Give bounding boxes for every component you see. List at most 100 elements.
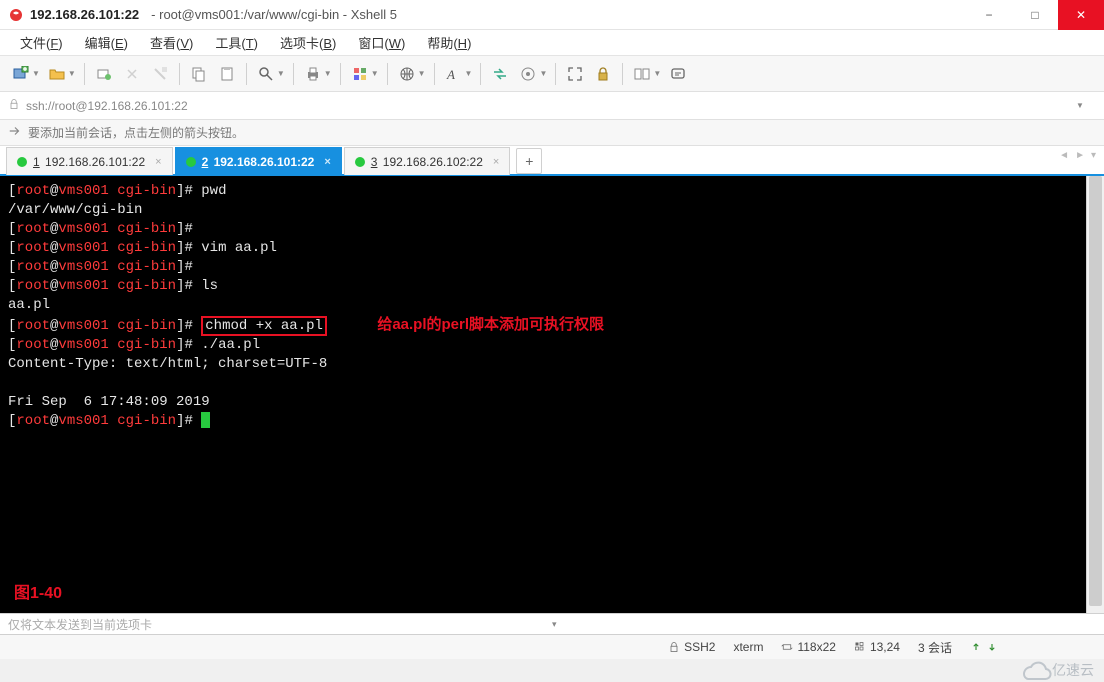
open-session-icon[interactable] [44, 61, 70, 87]
font-icon[interactable]: A [441, 61, 467, 87]
figure-label: 图1-40 [14, 584, 62, 603]
hint-bar: 要添加当前会话，点击左侧的箭头按钮。 [0, 120, 1104, 146]
reconnect-icon[interactable] [91, 61, 117, 87]
status-dot-icon [17, 157, 27, 167]
status-protocol: SSH2 [668, 640, 715, 654]
find-icon[interactable] [253, 61, 279, 87]
title-ip: 192.168.26.101:22 [30, 7, 139, 22]
lock-status-icon [668, 641, 680, 653]
encoding-icon[interactable] [394, 61, 420, 87]
compose-input[interactable]: 仅将文本发送到当前选项卡 ▾ [0, 613, 1104, 635]
menubar: 文件(F) 编辑(E) 查看(V) 工具(T) 选项卡(B) 窗口(W) 帮助(H) [0, 30, 1104, 56]
dropdown-icon-2[interactable]: ▼ [68, 69, 76, 78]
compose-icon[interactable] [665, 61, 691, 87]
status-size-text: 118x22 [797, 640, 835, 654]
dropdown-icon-3[interactable]: ▼ [277, 69, 285, 78]
fullscreen-icon[interactable] [562, 61, 588, 87]
new-tab-button[interactable]: + [516, 148, 542, 174]
status-dot-icon [186, 157, 196, 167]
dropdown-icon-5[interactable]: ▼ [371, 69, 379, 78]
title-sub-text: root@vms001:/var/www/cgi-bin - Xshell 5 [159, 7, 397, 22]
tab-close-icon[interactable]: × [493, 156, 499, 168]
menu-e[interactable]: 编辑(E) [77, 31, 136, 54]
compose-dropdown-icon[interactable]: ▾ [552, 619, 1096, 630]
menu-h[interactable]: 帮助(H) [419, 31, 479, 54]
cursor-pos-icon [854, 641, 866, 653]
menu-t[interactable]: 工具(T) [207, 31, 266, 54]
status-term: xterm [733, 640, 763, 654]
separator [622, 63, 623, 85]
titlebar: 192.168.26.101:22 - root@vms001:/var/www… [0, 0, 1104, 30]
watermark: 亿速云 [1018, 656, 1098, 682]
menu-f[interactable]: 文件(F) [12, 31, 71, 54]
address-dropdown-icon[interactable]: ▼ [1076, 101, 1096, 110]
menu-w[interactable]: 窗口(W) [350, 31, 413, 54]
status-pos: 13,24 [854, 640, 900, 654]
toolbar: ▼ ▼ ▼ ▼ ▼ ▼ A ▼ ▼ ▼ [0, 56, 1104, 92]
terminal-area: [root@vms001 cgi-bin]# pwd /var/www/cgi-… [0, 176, 1104, 613]
tab-label: 2 192.168.26.101:22 [202, 155, 315, 169]
properties-icon[interactable] [147, 61, 173, 87]
separator [293, 63, 294, 85]
status-proto-text: SSH2 [684, 640, 715, 654]
tab-next-icon[interactable]: ► [1075, 150, 1085, 161]
down-icon [986, 641, 998, 653]
new-session-icon[interactable] [8, 61, 34, 87]
hosts-icon[interactable] [629, 61, 655, 87]
script-icon[interactable] [515, 61, 541, 87]
dropdown-icon[interactable]: ▼ [32, 69, 40, 78]
minimize-button[interactable]: − [966, 0, 1012, 30]
status-updown [970, 641, 998, 653]
transfer-icon[interactable] [487, 61, 513, 87]
session-tab-2[interactable]: 2 192.168.26.101:22 × [175, 147, 342, 175]
status-dot-icon [355, 157, 365, 167]
tab-nav: ◄ ► ▾ [1059, 150, 1096, 161]
scrollbar-thumb[interactable] [1089, 176, 1102, 606]
separator [480, 63, 481, 85]
tab-list-icon[interactable]: ▾ [1091, 150, 1096, 161]
title-path: - root@vms001:/var/www/cgi-bin - Xshell … [151, 7, 397, 22]
paste-icon[interactable] [214, 61, 240, 87]
separator [84, 63, 85, 85]
dropdown-icon-7[interactable]: ▼ [465, 69, 473, 78]
separator [555, 63, 556, 85]
dropdown-icon-6[interactable]: ▼ [418, 69, 426, 78]
disconnect-icon[interactable] [119, 61, 145, 87]
tab-label: 3 192.168.26.102:22 [371, 155, 483, 169]
lock-icon[interactable] [590, 61, 616, 87]
size-icon [781, 641, 793, 653]
address-url[interactable]: ssh://root@192.168.26.101:22 [26, 99, 1070, 113]
tab-close-icon[interactable]: × [155, 156, 161, 168]
tab-bar: 1 192.168.26.101:22 × 2 192.168.26.101:22 ×… [0, 146, 1104, 176]
tab-prev-icon[interactable]: ◄ [1059, 150, 1069, 161]
separator [179, 63, 180, 85]
tab-close-icon[interactable]: × [324, 156, 330, 168]
session-tab-3[interactable]: 3 192.168.26.102:22 × [344, 147, 511, 175]
watermark-text: 亿速云 [1052, 663, 1094, 679]
dropdown-icon-9[interactable]: ▼ [653, 69, 661, 78]
hint-text: 要添加当前会话，点击左侧的箭头按钮。 [28, 124, 244, 141]
color-scheme-icon[interactable] [347, 61, 373, 87]
menu-b[interactable]: 选项卡(B) [272, 31, 344, 54]
terminal[interactable]: [root@vms001 cgi-bin]# pwd /var/www/cgi-… [0, 176, 1086, 613]
svg-text:A: A [446, 67, 455, 82]
scrollbar[interactable] [1086, 176, 1104, 613]
status-bar: SSH2 xterm 118x22 13,24 3 会话 [0, 635, 1104, 659]
status-pos-text: 13,24 [870, 640, 900, 654]
print-icon[interactable] [300, 61, 326, 87]
maximize-button[interactable]: □ [1012, 0, 1058, 30]
copy-icon[interactable] [186, 61, 212, 87]
separator [434, 63, 435, 85]
session-tab-1[interactable]: 1 192.168.26.101:22 × [6, 147, 173, 175]
address-bar: ssh://root@192.168.26.101:22 ▼ [0, 92, 1104, 120]
tab-label: 1 192.168.26.101:22 [33, 155, 145, 169]
separator [340, 63, 341, 85]
menu-v[interactable]: 查看(V) [142, 31, 201, 54]
hint-arrow-icon[interactable] [8, 124, 22, 141]
dropdown-icon-4[interactable]: ▼ [324, 69, 332, 78]
close-button[interactable]: ✕ [1058, 0, 1104, 30]
separator [387, 63, 388, 85]
up-icon [970, 641, 982, 653]
compose-placeholder: 仅将文本发送到当前选项卡 [8, 616, 552, 633]
dropdown-icon-8[interactable]: ▼ [539, 69, 547, 78]
